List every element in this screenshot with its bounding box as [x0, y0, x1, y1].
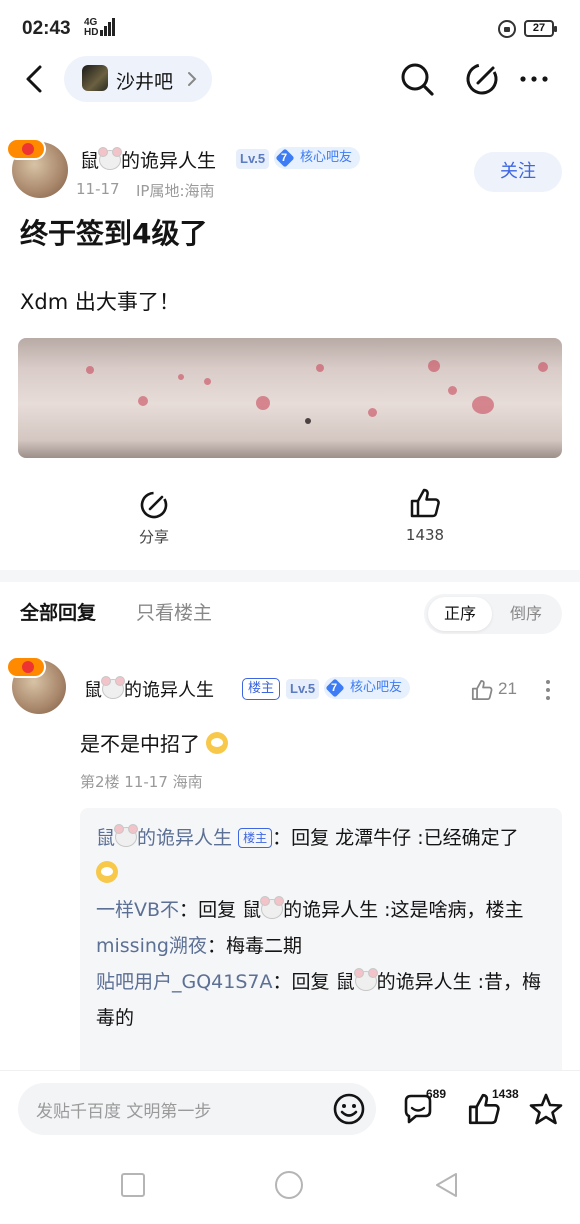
core-label: 核心吧友 — [300, 150, 353, 165]
sub-reply: 鼠的诡异人生 楼主 ：回复 龙潭牛仔 :已经确定了 — [96, 820, 546, 892]
back-arrow-icon[interactable] — [20, 62, 50, 96]
host-tag: 楼主 — [238, 828, 273, 848]
reply-core-badge: 7 核心吧友 — [324, 677, 411, 699]
author-name-part2: 的诡异人生 — [121, 150, 217, 172]
order-toggle: 正序 倒序 — [424, 594, 562, 634]
mouse-emoji-icon — [114, 824, 139, 847]
battery-indicator: 27 — [524, 20, 557, 37]
host-tag: 楼主 — [242, 678, 281, 700]
hd-indicator: HD — [84, 27, 99, 38]
reply-meta: 第2楼 11-17 海南 — [80, 773, 203, 791]
sub-reply-text: 回复 鼠 — [198, 899, 262, 921]
sub-reply-text-cont: 的诡异人生 :这是啥病，楼主 — [283, 899, 524, 921]
core-member-badge: 7 核心吧友 — [274, 147, 361, 169]
share-icon — [140, 491, 168, 519]
star-icon[interactable] — [528, 1091, 564, 1127]
avatar-badge-icon — [6, 656, 46, 678]
order-asc-button[interactable]: 正序 — [428, 597, 492, 631]
author-avatar[interactable] — [6, 138, 68, 198]
comment-count: 689 — [426, 1087, 447, 1101]
reply-author-part2: 的诡异人生 — [124, 680, 214, 701]
sub-reply-text: 回复 鼠 — [291, 971, 355, 993]
reply-avatar[interactable] — [6, 656, 66, 714]
mouse-emoji-icon — [353, 968, 378, 991]
edit-icon[interactable] — [463, 60, 501, 98]
forum-icon — [82, 65, 108, 91]
sub-reply-text: 回复 龙潭牛仔 :已经确定了 — [291, 827, 519, 849]
author-name[interactable]: 鼠的诡异人生 — [80, 146, 216, 173]
forum-link[interactable]: 沙井吧 — [64, 56, 212, 102]
reply-more-icon[interactable] — [540, 678, 556, 702]
share-label: 分享 — [138, 528, 169, 546]
author-name-part1: 鼠 — [80, 150, 100, 172]
compose-placeholder: 发贴千百度 文明第一步 — [36, 1102, 212, 1122]
recents-square-icon[interactable] — [120, 1172, 146, 1198]
sub-reply-author[interactable]: 鼠的诡异人生 — [96, 824, 232, 849]
share-button[interactable]: 分享 — [126, 490, 182, 547]
level-badge: Lv.5 — [236, 149, 270, 169]
reply-author-part1: 鼠 — [84, 680, 102, 701]
reply-text: 是不是中招了 — [80, 728, 229, 757]
mouse-emoji-icon — [101, 676, 125, 699]
section-divider — [0, 570, 580, 582]
sub-reply-author[interactable]: missing溯夜 — [96, 935, 207, 957]
back-triangle-icon[interactable] — [434, 1172, 460, 1198]
system-nav-bar — [0, 1150, 580, 1224]
post-actions: 分享 1438 — [0, 482, 580, 552]
mouse-emoji-icon — [98, 147, 123, 170]
core-level-number: 7 — [281, 152, 288, 164]
signal-indicator: 4G HD — [84, 18, 98, 38]
core-label: 核心吧友 — [350, 680, 403, 695]
post-title: 终于签到4级了 — [20, 217, 208, 250]
sub-reply-author[interactable]: 一样VB不 — [96, 899, 179, 921]
search-icon[interactable] — [398, 60, 436, 98]
core-level-number: 7 — [331, 682, 338, 694]
sub-reply: 一样VB不：回复 鼠的诡异人生 :这是啥病，楼主 — [96, 896, 524, 921]
post-image[interactable] — [18, 338, 562, 458]
reply-author-name[interactable]: 鼠 的诡异人生 — [84, 676, 214, 702]
follow-button[interactable]: 关注 — [474, 152, 562, 192]
status-time: 02:43 — [22, 18, 71, 39]
tab-all-replies[interactable]: 全部回复 — [20, 598, 96, 625]
more-icon[interactable] — [515, 60, 553, 98]
sub-reply-text: 梅毒二期 — [225, 935, 302, 957]
post-date: 11-17 — [76, 180, 120, 198]
reply-like-button[interactable]: 21 — [470, 678, 520, 702]
reply-like-count: 21 — [498, 679, 517, 698]
sub-reply: 贴吧用户_GQ41S7A：回复 鼠的诡异人生 :昔，梅毒的 — [96, 968, 542, 1029]
post-body: Xdm 出大事了！ — [20, 290, 180, 314]
chevron-right-icon — [188, 72, 197, 86]
tab-host-only[interactable]: 只看楼主 — [136, 598, 212, 625]
shocked-emoji-icon — [96, 861, 118, 883]
thumbs-up-icon — [410, 488, 440, 518]
mouse-emoji-icon — [260, 896, 285, 919]
sub-replies[interactable]: 鼠的诡异人生 楼主 ：回复 龙潭牛仔 :已经确定了 一样VB不：回复 鼠的诡异人生… — [80, 808, 562, 1078]
avatar-badge-icon — [6, 138, 46, 160]
home-circle-icon[interactable] — [274, 1170, 304, 1200]
like-button[interactable]: 1438 — [392, 486, 458, 544]
signal-bars-icon — [100, 18, 115, 36]
bottom-like-count: 1438 — [492, 1087, 519, 1101]
emoji-face-icon[interactable] — [332, 1092, 366, 1126]
reply-text-content: 是不是中招了 — [80, 732, 200, 756]
order-desc-button[interactable]: 倒序 — [494, 597, 558, 631]
like-count: 1438 — [405, 526, 445, 544]
status-bar: 02:43 4G HD 27 — [0, 0, 580, 58]
compose-input[interactable]: 发贴千百度 文明第一步 — [18, 1083, 376, 1135]
rotation-lock-icon — [498, 20, 516, 38]
forum-name: 沙井吧 — [116, 71, 174, 93]
sub-reply: missing溯夜：梅毒二期 — [96, 935, 302, 957]
post-ip: IP属地:海南 — [136, 182, 215, 200]
thumbs-up-icon — [471, 679, 493, 701]
top-nav: 沙井吧 — [0, 56, 580, 102]
reply-level-badge: Lv.5 — [286, 679, 320, 699]
bottom-bar: 发贴千百度 文明第一步 689 1438 — [0, 1070, 580, 1150]
sub-reply-author[interactable]: 贴吧用户_GQ41S7A — [96, 971, 273, 993]
shocked-emoji-icon — [206, 732, 229, 754]
